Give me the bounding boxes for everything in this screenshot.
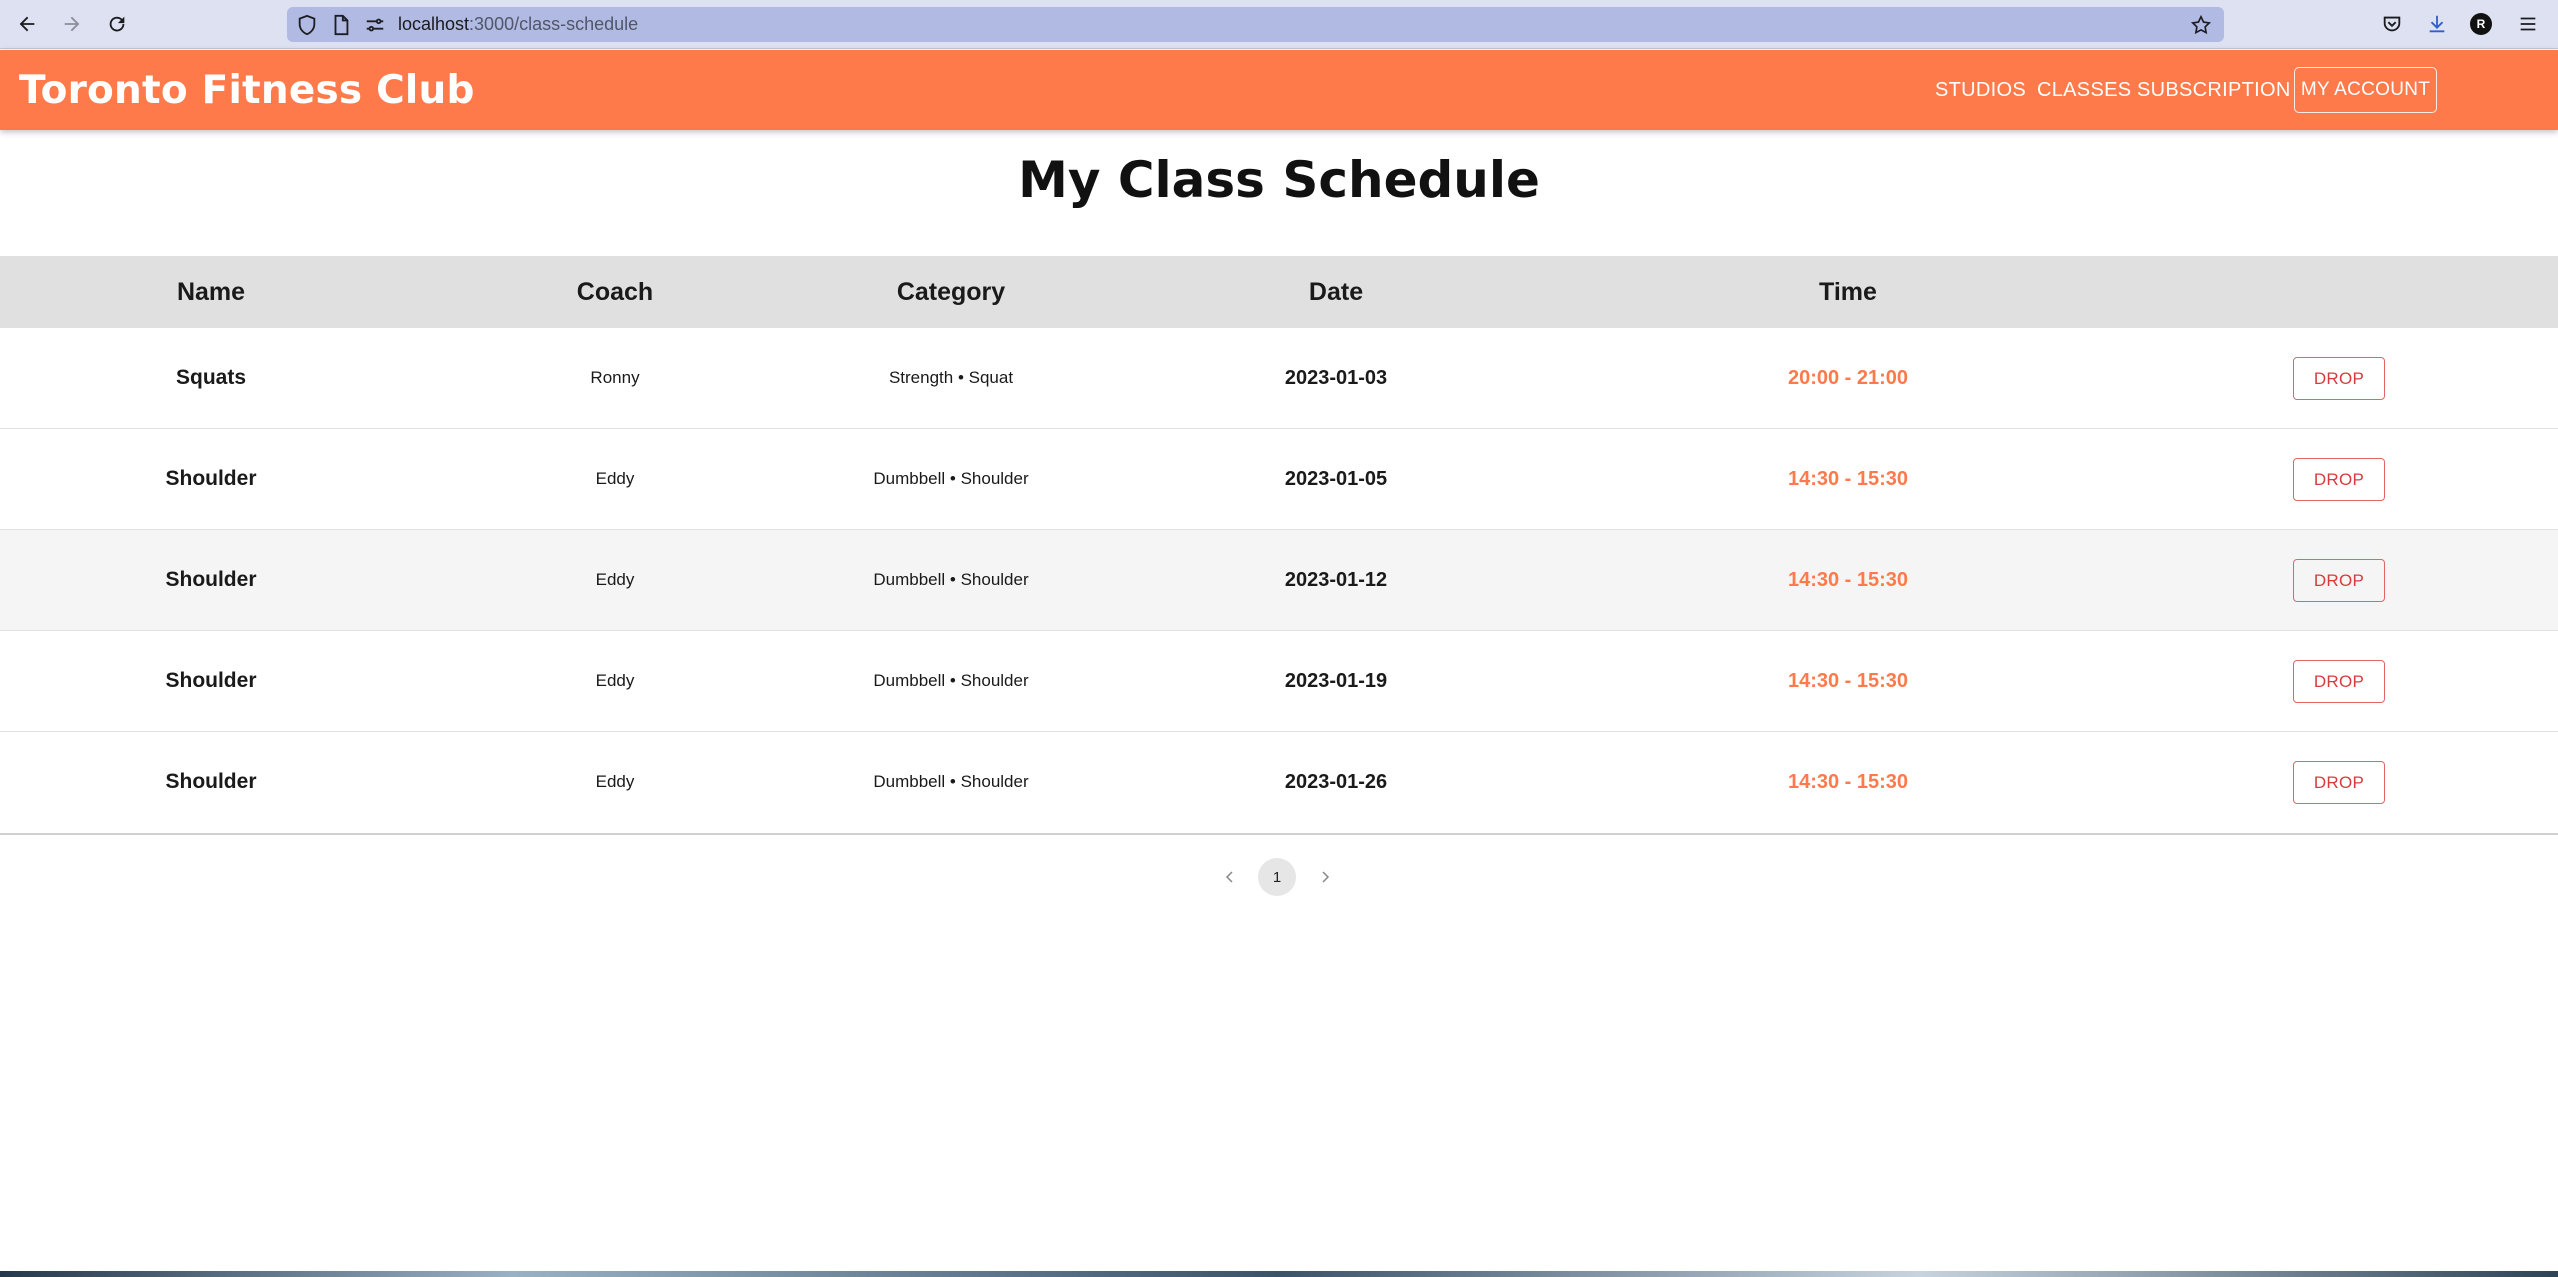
pagination: 1 — [0, 857, 2558, 897]
class-name: Shoulder — [165, 467, 257, 490]
column-header-date: Date — [1308, 277, 1364, 306]
class-name: Shoulder — [165, 669, 257, 692]
my-account-button[interactable]: MY ACCOUNT — [2294, 67, 2437, 113]
forward-button[interactable] — [53, 8, 91, 40]
previous-page-button[interactable] — [1210, 857, 1250, 897]
reload-icon — [109, 16, 125, 32]
url-path: :3000/class-schedule — [469, 14, 639, 34]
class-category: Strength • Squat — [888, 368, 1014, 387]
class-category: Dumbbell • Shoulder — [873, 671, 1029, 690]
table-row: Shoulder Eddy Dumbbell • Shoulder 2023-0… — [0, 732, 2558, 833]
column-header-category: Category — [896, 277, 1006, 306]
column-header-name: Name — [176, 277, 246, 306]
drop-button[interactable]: DROP — [2293, 660, 2385, 703]
bookmark-star-icon[interactable] — [2190, 14, 2212, 36]
profile-avatar[interactable]: R — [2468, 11, 2494, 37]
download-icon[interactable] — [2424, 11, 2450, 37]
drop-button[interactable]: DROP — [2293, 357, 2385, 400]
page-title: My Class Schedule — [1018, 151, 1540, 209]
class-date: 2023-01-03 — [1284, 366, 1388, 389]
coach-name: Eddy — [595, 469, 635, 488]
coach-name: Eddy — [595, 570, 635, 589]
class-schedule-table: Name Coach Category Date Time Squats Ron… — [0, 256, 2558, 835]
reload-button[interactable] — [98, 8, 136, 40]
back-button[interactable] — [8, 8, 46, 40]
coach-name: Eddy — [595, 772, 635, 791]
column-header-coach: Coach — [576, 277, 654, 306]
class-name: Shoulder — [165, 770, 257, 793]
table-row: Shoulder Eddy Dumbbell • Shoulder 2023-0… — [0, 530, 2558, 631]
class-time: 14:30 - 15:30 — [1787, 770, 1909, 793]
class-date: 2023-01-19 — [1284, 669, 1388, 692]
arrow-right-icon — [64, 16, 80, 32]
drop-button[interactable]: DROP — [2293, 559, 2385, 602]
table-row: Shoulder Eddy Dumbbell • Shoulder 2023-0… — [0, 631, 2558, 732]
nav-classes[interactable]: CLASSES — [2037, 50, 2131, 130]
menu-icon[interactable] — [2515, 11, 2541, 37]
nav-studios[interactable]: STUDIOS — [1935, 50, 2026, 130]
class-name: Shoulder — [165, 568, 257, 591]
profile-initial: R — [2470, 13, 2492, 35]
page-number-button[interactable]: 1 — [1258, 858, 1296, 896]
class-time: 14:30 - 15:30 — [1787, 669, 1909, 692]
nav-subscription[interactable]: SUBSCRIPTION — [2137, 50, 2291, 130]
table-header-row: Name Coach Category Date Time — [0, 256, 2558, 328]
browser-toolbar: localhost:3000/class-schedule R — [0, 0, 2558, 49]
shield-icon[interactable] — [296, 14, 318, 36]
permissions-icon[interactable] — [364, 14, 386, 36]
url-host: localhost — [398, 14, 470, 34]
drop-button[interactable]: DROP — [2293, 458, 2385, 501]
class-date: 2023-01-12 — [1284, 568, 1388, 591]
class-name: Squats — [175, 366, 246, 389]
background-strip — [0, 1271, 2558, 1277]
chevron-left-icon — [1225, 871, 1233, 883]
drop-button[interactable]: DROP — [2293, 761, 2385, 804]
table-row: Squats Ronny Strength • Squat 2023-01-03… — [0, 328, 2558, 429]
class-time: 20:00 - 21:00 — [1787, 366, 1909, 389]
url-text[interactable]: localhost:3000/class-schedule — [398, 7, 638, 42]
class-time: 14:30 - 15:30 — [1787, 467, 1909, 490]
next-page-button[interactable] — [1305, 857, 1345, 897]
app-header: Toronto Fitness Club STUDIOS CLASSES SUB… — [0, 50, 2558, 130]
class-category: Dumbbell • Shoulder — [873, 772, 1029, 791]
pocket-icon[interactable] — [2379, 11, 2405, 37]
chevron-right-icon — [1322, 871, 1330, 883]
address-bar[interactable]: localhost:3000/class-schedule — [287, 7, 2224, 42]
coach-name: Ronny — [590, 368, 640, 387]
brand-logo[interactable]: Toronto Fitness Club — [19, 50, 475, 130]
table-row: Shoulder Eddy Dumbbell • Shoulder 2023-0… — [0, 429, 2558, 530]
column-header-time: Time — [1819, 277, 1877, 306]
class-time: 14:30 - 15:30 — [1787, 568, 1909, 591]
class-date: 2023-01-05 — [1284, 467, 1388, 490]
class-category: Dumbbell • Shoulder — [873, 469, 1029, 488]
class-date: 2023-01-26 — [1284, 770, 1388, 793]
coach-name: Eddy — [595, 671, 635, 690]
page-icon — [330, 14, 352, 36]
class-category: Dumbbell • Shoulder — [873, 570, 1029, 589]
arrow-left-icon — [19, 16, 35, 32]
